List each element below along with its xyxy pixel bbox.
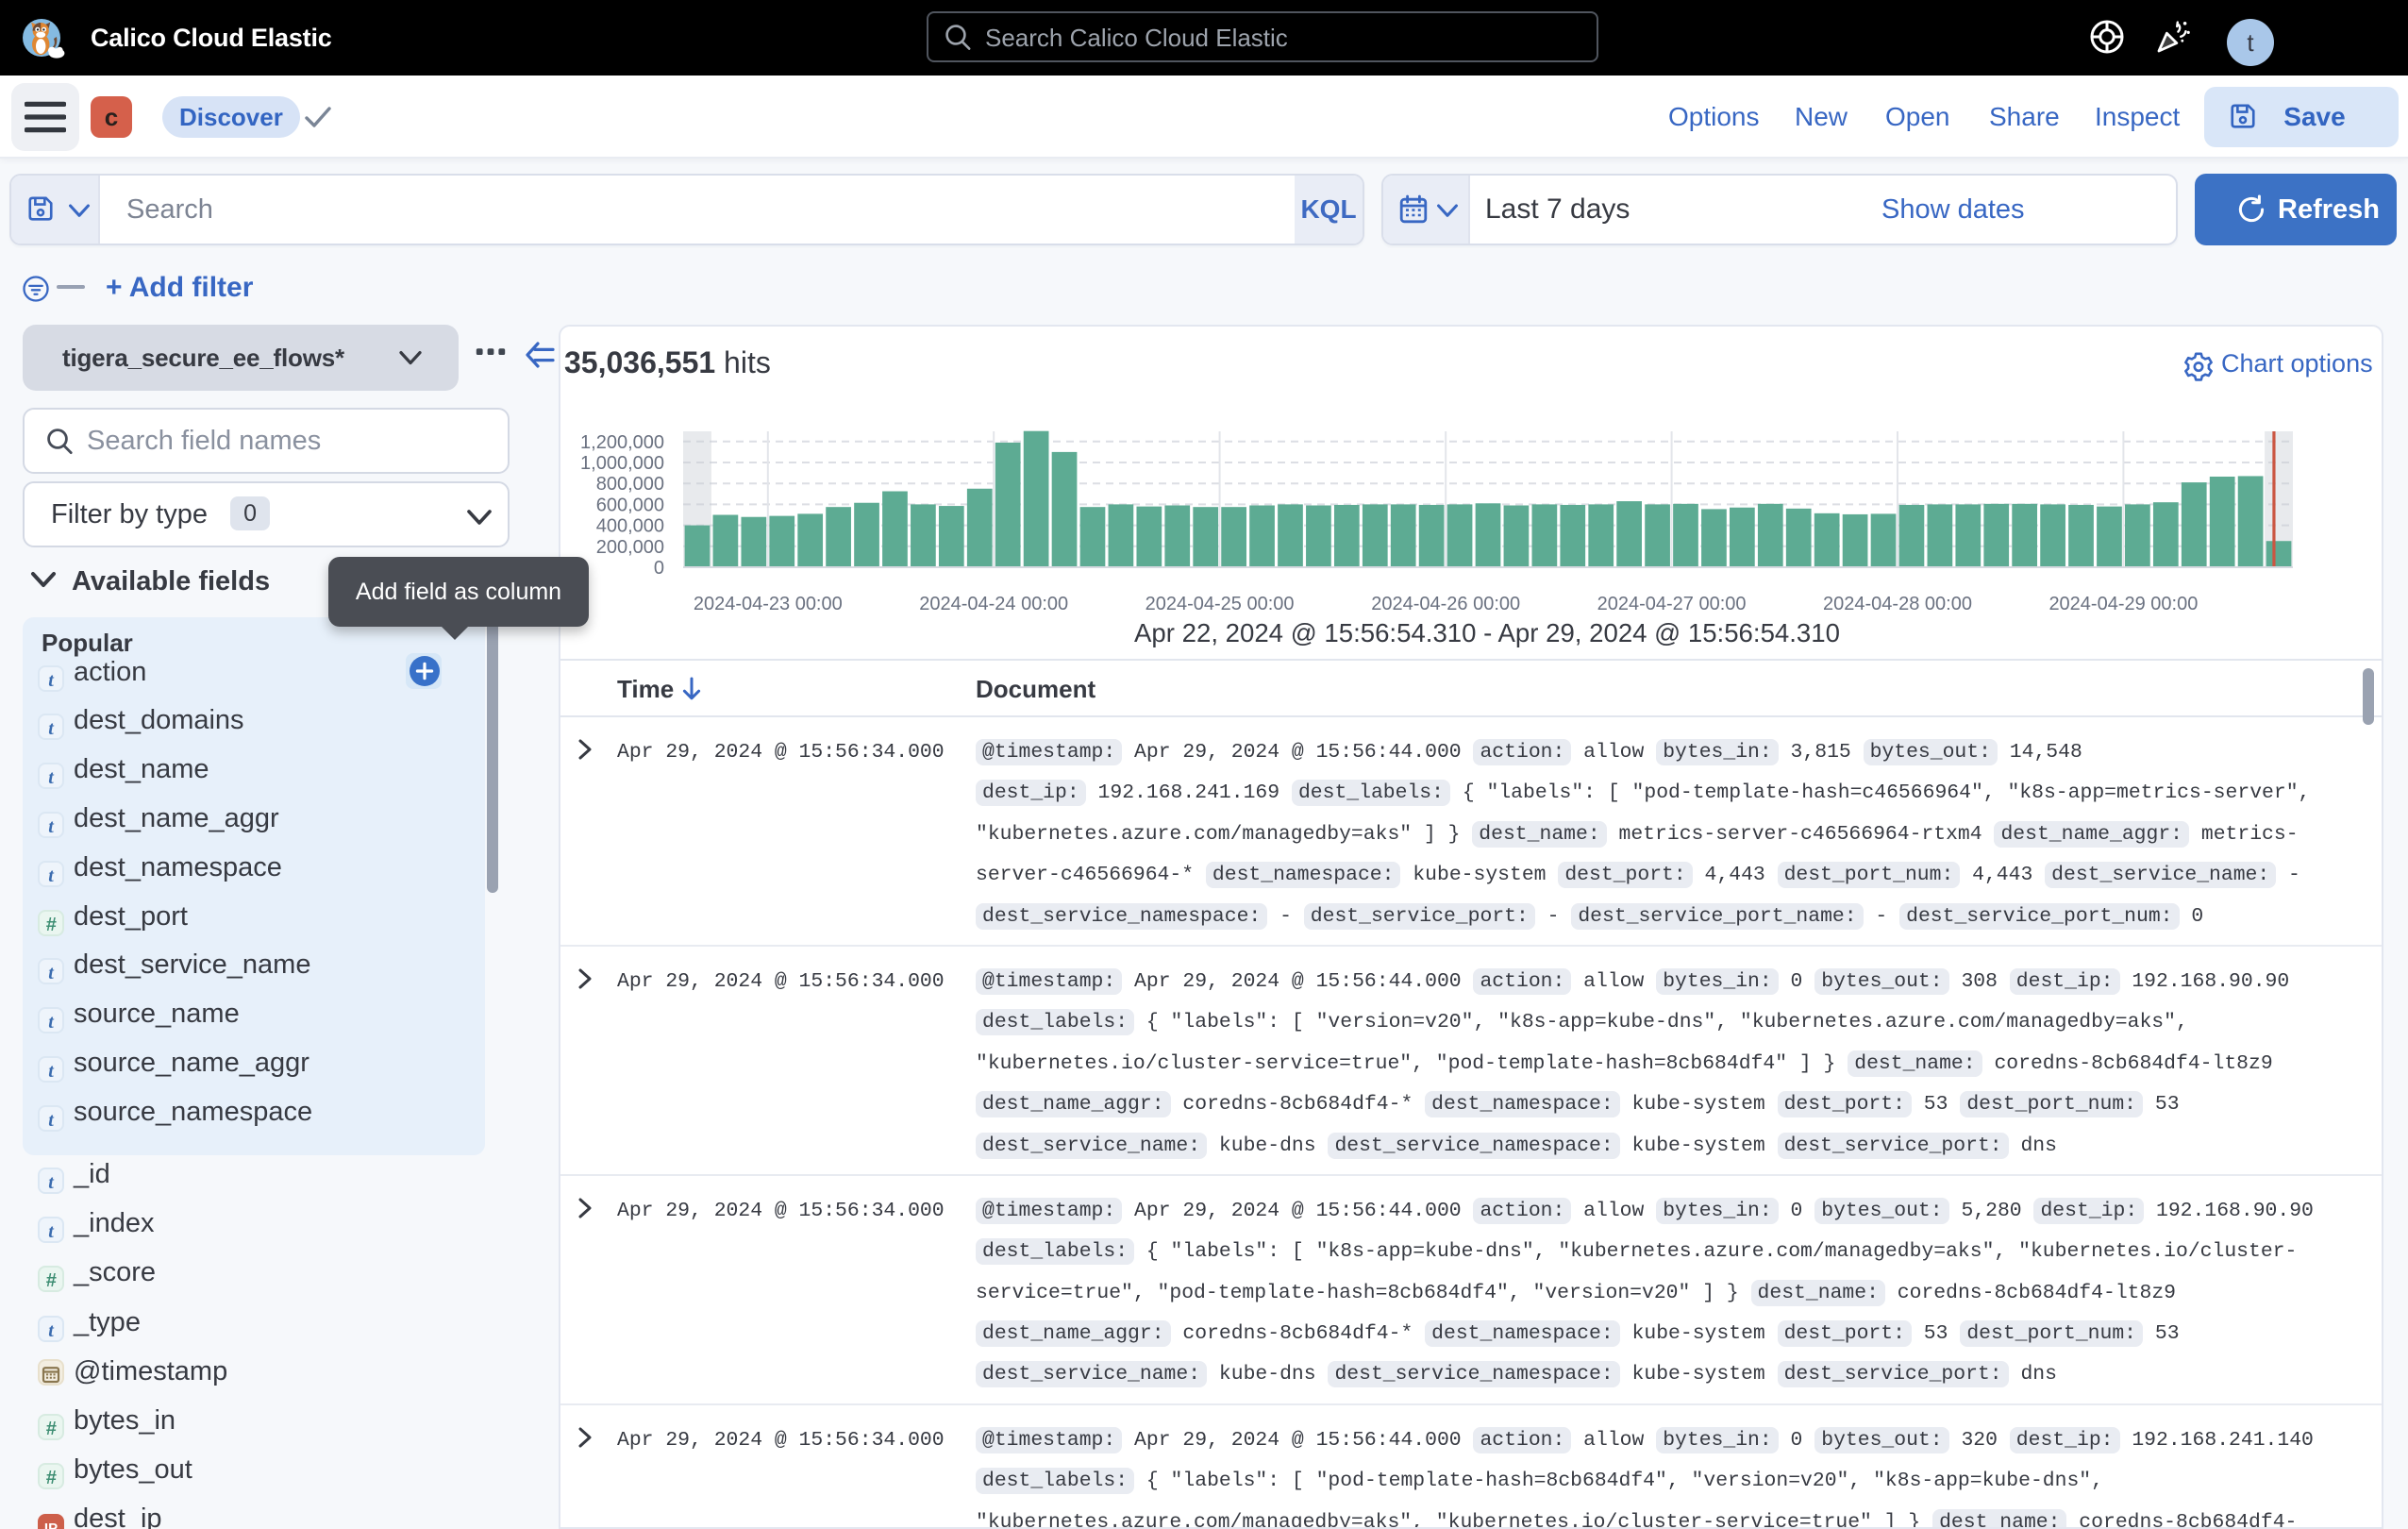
svg-text:1,000,000: 1,000,000 — [580, 453, 664, 474]
svg-text:200,000: 200,000 — [596, 537, 664, 558]
svg-text:800,000: 800,000 — [596, 474, 664, 495]
svg-text:2024-04-27 00:00: 2024-04-27 00:00 — [1597, 594, 1747, 614]
svg-text:0: 0 — [654, 558, 664, 579]
svg-text:600,000: 600,000 — [596, 495, 664, 515]
svg-text:2024-04-25 00:00: 2024-04-25 00:00 — [1145, 594, 1295, 614]
svg-text:1,200,000: 1,200,000 — [580, 432, 664, 453]
svg-text:Apr 22, 2024 @ 15:56:54.310 -: Apr 22, 2024 @ 15:56:54.310 - Apr 29, 20… — [1134, 618, 1840, 647]
svg-text:2024-04-23 00:00: 2024-04-23 00:00 — [694, 594, 843, 614]
svg-text:2024-04-29 00:00: 2024-04-29 00:00 — [2048, 594, 2198, 614]
svg-text:2024-04-26 00:00: 2024-04-26 00:00 — [1371, 594, 1520, 614]
svg-text:400,000: 400,000 — [596, 516, 664, 537]
svg-text:2024-04-24 00:00: 2024-04-24 00:00 — [919, 594, 1068, 614]
svg-text:2024-04-28 00:00: 2024-04-28 00:00 — [1823, 594, 1972, 614]
